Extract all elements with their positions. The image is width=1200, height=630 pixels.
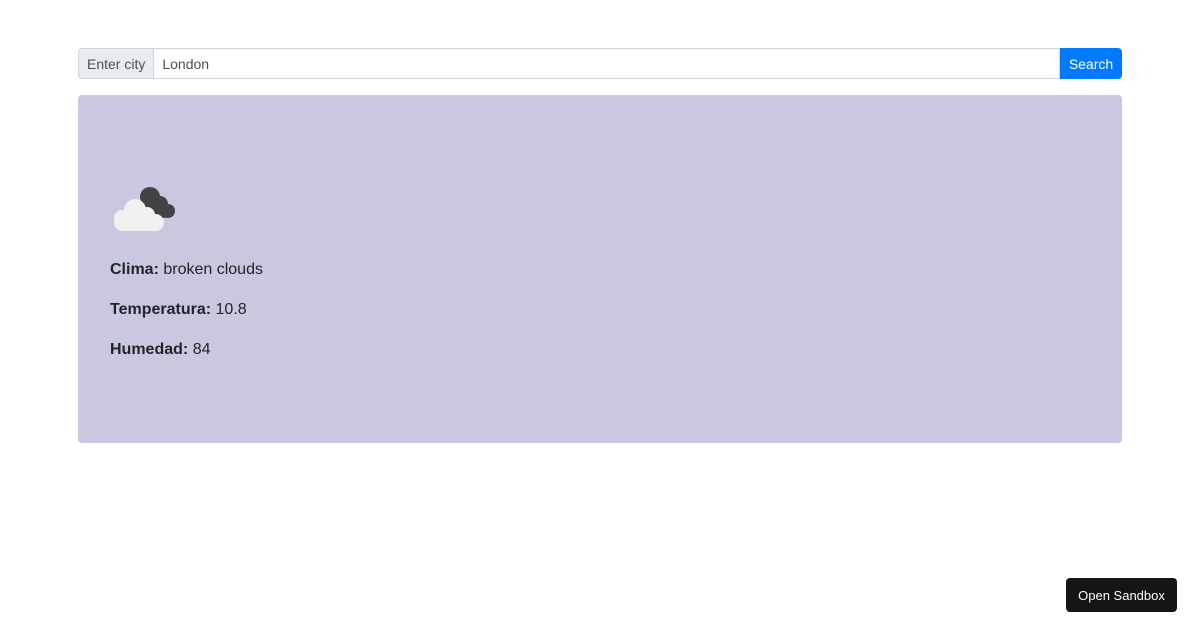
weather-temperature: Temperatura: 10.8: [110, 300, 247, 320]
humidity-value: 84: [192, 341, 211, 358]
weather-condition: Clima: broken clouds: [110, 260, 263, 280]
city-search-group: Enter city Search: [78, 48, 1122, 79]
broken-clouds-icon: [114, 187, 175, 231]
humidity-label: Humedad:: [110, 341, 189, 358]
city-search-input[interactable]: [153, 48, 1060, 79]
temperature-value: 10.8: [215, 301, 247, 318]
open-sandbox-button[interactable]: Open Sandbox: [1066, 578, 1177, 612]
weather-humidity: Humedad: 84: [110, 340, 210, 360]
search-prefix-label: Enter city: [78, 48, 154, 79]
clima-value: broken clouds: [163, 261, 263, 278]
search-button[interactable]: Search: [1060, 48, 1122, 79]
clima-label: Clima:: [110, 261, 159, 278]
temperature-label: Temperatura:: [110, 301, 212, 318]
weather-card: Clima: broken clouds Temperatura: 10.8 H…: [78, 95, 1122, 443]
